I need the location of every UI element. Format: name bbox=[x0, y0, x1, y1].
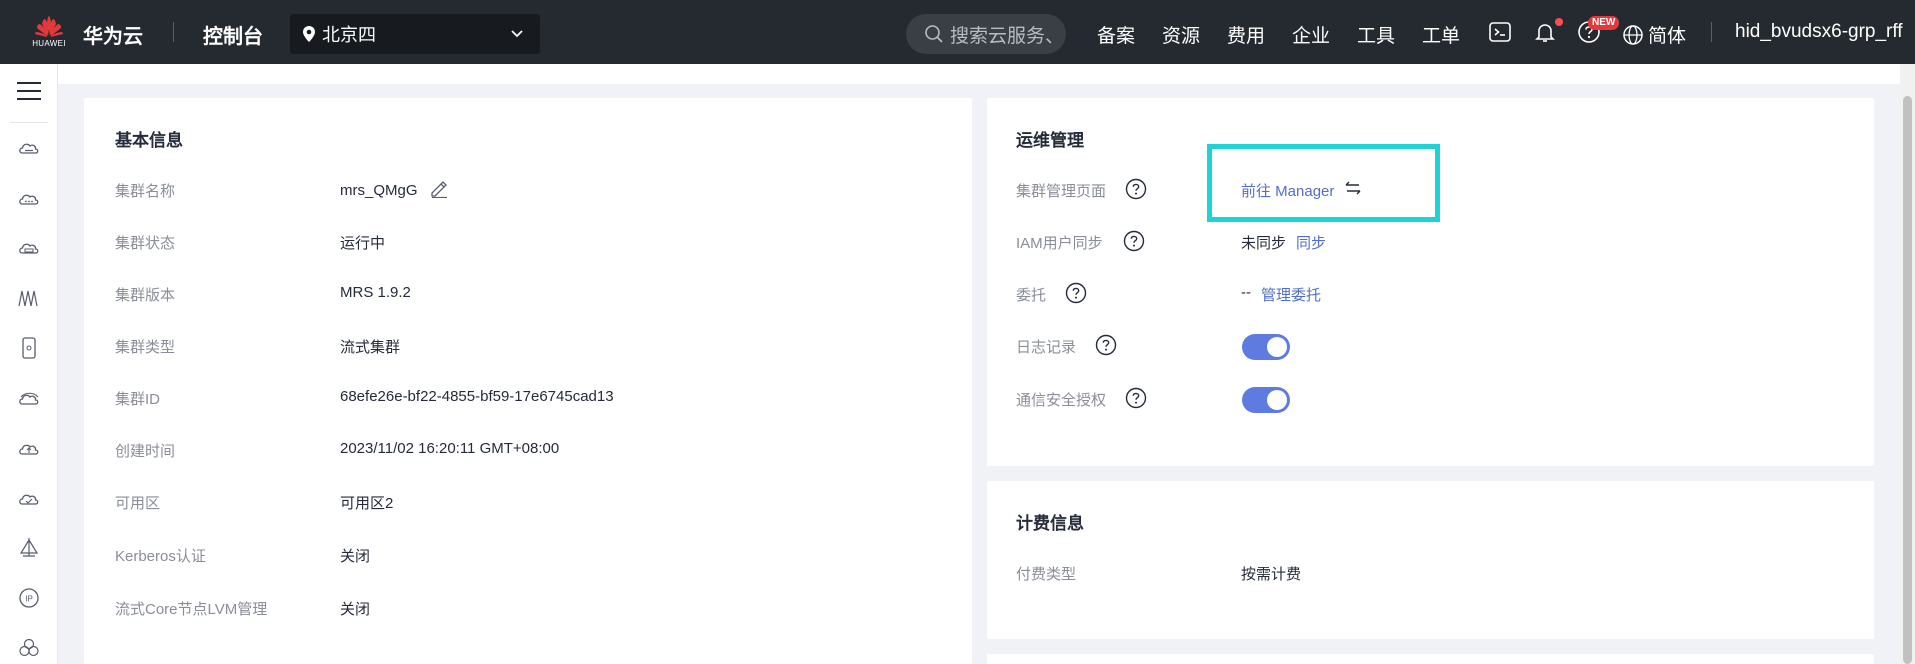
search-icon bbox=[925, 25, 943, 43]
basic-info-card: 基本信息 集群名称 mrs_QMgG 集群状态 运行中 集群版本 MRS 1.9… bbox=[84, 98, 972, 664]
nav-tools[interactable]: 工具 bbox=[1357, 21, 1395, 48]
log-record-toggle[interactable] bbox=[1242, 334, 1290, 360]
nav-resources[interactable]: 资源 bbox=[1162, 21, 1200, 48]
created-time-label: 创建时间 bbox=[115, 443, 176, 460]
cluster-type-label: 集群类型 bbox=[115, 339, 176, 356]
huawei-flower-icon bbox=[35, 16, 63, 37]
cloud-server-icon[interactable] bbox=[17, 136, 41, 160]
network-wave-icon[interactable] bbox=[17, 286, 41, 310]
pay-type-label: 付费类型 bbox=[1016, 566, 1077, 583]
highlight-box bbox=[1207, 144, 1440, 222]
kerberos-value: 关闭 bbox=[340, 548, 371, 565]
nav-enterprise[interactable]: 企业 bbox=[1292, 21, 1330, 48]
help-circle-icon[interactable] bbox=[1125, 178, 1147, 200]
sail-icon[interactable] bbox=[17, 536, 41, 560]
lvm-value: 关闭 bbox=[340, 601, 371, 618]
top-bar: HUAWEI 华为云 控制台 北京四 搜索云服务、 备案 资源 费用 企业 工具… bbox=[0, 0, 1915, 64]
globe-icon bbox=[1623, 24, 1643, 45]
cluster-id-value: 68efe26e-bf22-4855-bf59-17e6745cad13 bbox=[340, 388, 614, 405]
billing-title: 计费信息 bbox=[1016, 514, 1084, 533]
console-link[interactable]: 控制台 bbox=[203, 20, 263, 49]
comm-security-toggle[interactable] bbox=[1242, 387, 1290, 413]
nav-fees[interactable]: 费用 bbox=[1227, 21, 1265, 48]
sidebar-divider bbox=[10, 122, 48, 123]
log-record-label: 日志记录 bbox=[1016, 339, 1077, 356]
brand-text: HUAWEI bbox=[32, 39, 66, 48]
help-circle-icon[interactable] bbox=[1065, 282, 1087, 304]
pay-type-value: 按需计费 bbox=[1241, 566, 1302, 583]
region-value: 北京四 bbox=[322, 25, 376, 45]
language-switch[interactable]: 简体 bbox=[1622, 21, 1686, 48]
cluster-status-label: 集群状态 bbox=[115, 235, 176, 252]
page-scrollbar[interactable] bbox=[1900, 64, 1915, 664]
availability-zone-value: 可用区2 bbox=[340, 495, 394, 512]
scrollbar-thumb[interactable] bbox=[1903, 96, 1912, 664]
nav-beian[interactable]: 备案 bbox=[1097, 21, 1135, 48]
region-select[interactable]: 北京四 bbox=[290, 14, 540, 54]
availability-zone-label: 可用区 bbox=[115, 495, 161, 512]
cloud-ring-icon[interactable] bbox=[17, 386, 41, 410]
ops-title: 运维管理 bbox=[1016, 131, 1084, 150]
top-strip bbox=[58, 64, 1900, 84]
header-divider bbox=[1711, 22, 1712, 42]
cluster-name-value: mrs_QMgG bbox=[340, 182, 418, 199]
help-circle-icon[interactable] bbox=[1095, 334, 1117, 356]
cluster-name-label: 集群名称 bbox=[115, 183, 176, 200]
cluster-status-value: 运行中 bbox=[340, 235, 386, 252]
cloud-icon[interactable] bbox=[17, 186, 41, 210]
manager-page-label: 集群管理页面 bbox=[1016, 183, 1107, 200]
cluster-id-label: 集群ID bbox=[115, 391, 161, 408]
search-placeholder: 搜索云服务、 bbox=[950, 25, 1065, 47]
chevron-down-icon bbox=[511, 30, 523, 38]
language-label: 简体 bbox=[1648, 26, 1687, 47]
billing-card: 计费信息 付费类型 按需计费 bbox=[987, 481, 1874, 639]
cloud-check-icon[interactable] bbox=[17, 486, 41, 510]
terminal-icon[interactable] bbox=[1488, 20, 1512, 44]
cluster-icon[interactable] bbox=[17, 636, 41, 660]
cluster-type-value: 流式集群 bbox=[340, 339, 401, 356]
cloud-upload-icon[interactable] bbox=[17, 436, 41, 460]
cluster-version-label: 集群版本 bbox=[115, 287, 176, 304]
nav-tickets[interactable]: 工单 bbox=[1422, 21, 1460, 48]
created-time-value: 2023/11/02 16:20:11 GMT+08:00 bbox=[340, 440, 560, 457]
notification-dot bbox=[1555, 18, 1563, 26]
header-divider bbox=[173, 22, 174, 42]
menu-icon[interactable] bbox=[16, 80, 42, 102]
agency-value: -- bbox=[1241, 284, 1251, 301]
sidebar: IP bbox=[0, 64, 58, 664]
username[interactable]: hid_bvudsx6-grp_rff bbox=[1735, 21, 1903, 43]
edit-icon[interactable] bbox=[429, 178, 449, 198]
iam-sync-label: IAM用户同步 bbox=[1016, 235, 1103, 252]
product-name[interactable]: 华为云 bbox=[83, 20, 143, 49]
help-circle-icon[interactable] bbox=[1125, 387, 1147, 409]
iam-sync-status: 未同步 bbox=[1241, 235, 1287, 252]
bell-icon[interactable] bbox=[1533, 20, 1557, 44]
new-badge: NEW bbox=[1588, 16, 1620, 30]
iam-sync-link[interactable]: 同步 bbox=[1296, 232, 1326, 253]
agency-label: 委托 bbox=[1016, 287, 1047, 304]
basic-info-title: 基本信息 bbox=[115, 131, 183, 150]
help-circle-icon[interactable] bbox=[1123, 230, 1145, 252]
huawei-logo[interactable]: HUAWEI bbox=[30, 14, 68, 54]
lvm-label: 流式Core节点LVM管理 bbox=[115, 601, 268, 618]
ip-icon[interactable]: IP bbox=[17, 586, 41, 610]
location-pin-icon bbox=[303, 26, 315, 42]
comm-security-label: 通信安全授权 bbox=[1016, 392, 1107, 409]
manage-agency-link[interactable]: 管理委托 bbox=[1261, 284, 1321, 305]
next-card bbox=[987, 654, 1874, 664]
kerberos-label: Kerberos认证 bbox=[115, 548, 206, 565]
cloud-storage-icon[interactable] bbox=[17, 236, 41, 260]
svg-text:IP: IP bbox=[25, 595, 33, 604]
device-icon[interactable] bbox=[17, 336, 41, 360]
cluster-version-value: MRS 1.9.2 bbox=[340, 284, 411, 301]
search-input[interactable]: 搜索云服务、 bbox=[906, 14, 1066, 54]
